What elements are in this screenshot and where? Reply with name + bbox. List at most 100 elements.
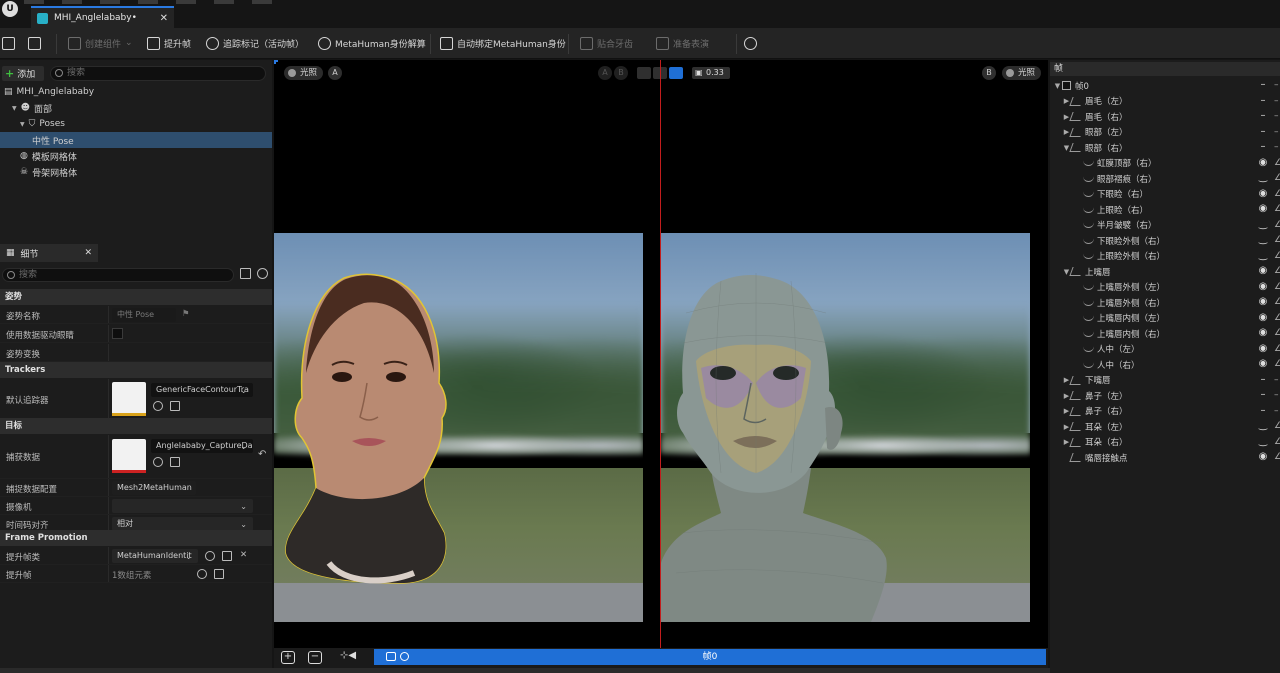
- lock-icon[interactable]: –: [1274, 111, 1280, 121]
- identity-solve-button[interactable]: MetaHuman身份解算: [318, 34, 426, 52]
- eye-icon[interactable]: ◉: [1258, 297, 1268, 307]
- frame-curve-row[interactable]: ▼ 上嘴唇 ◉ ∠: [1050, 264, 1280, 280]
- menu-item[interactable]: [62, 0, 82, 4]
- zoom-in-button[interactable]: +: [281, 651, 295, 664]
- frame-rate-badge[interactable]: ▣ 0.33: [692, 67, 730, 79]
- viewport-a-image[interactable]: [274, 233, 643, 622]
- mode-a-button[interactable]: A: [598, 66, 612, 80]
- menu-item[interactable]: [214, 0, 234, 4]
- chevron-down-icon[interactable]: ▼: [1053, 82, 1062, 90]
- lock-icon[interactable]: ∠: [1274, 220, 1280, 230]
- split-divider-line[interactable]: [660, 60, 661, 648]
- lock-icon[interactable]: –: [1274, 96, 1280, 106]
- outliner-item[interactable]: ▤ MHI_Anglelababy: [0, 84, 272, 100]
- frame-curve-row[interactable]: 下眼睑外侧（右） ‿ ∠: [1050, 233, 1280, 249]
- frame-curve-row[interactable]: 眼部褶痕（右） ‿ ∠: [1050, 171, 1280, 187]
- section-pose[interactable]: 姿势: [0, 289, 272, 305]
- reset-icon[interactable]: ↶: [258, 449, 266, 460]
- details-tab[interactable]: ▦ 细节 ✕: [0, 244, 98, 262]
- frame-curve-row[interactable]: ▶ 眉毛（右） – –: [1050, 109, 1280, 125]
- delete-icon[interactable]: [214, 569, 224, 579]
- eye-icon[interactable]: ◉: [1258, 281, 1268, 292]
- mixed-visibility-icon[interactable]: –: [1258, 405, 1268, 416]
- eye-icon[interactable]: ◉: [1258, 452, 1268, 462]
- frame-curve-row[interactable]: ▶ 鼻子（左） – –: [1050, 388, 1280, 404]
- lock-icon[interactable]: –: [1274, 375, 1280, 385]
- frame-timeline-bar[interactable]: 帧0: [374, 649, 1046, 665]
- browse-asset-icon[interactable]: [153, 401, 163, 411]
- lock-icon[interactable]: ∠: [1274, 204, 1280, 214]
- lock-icon[interactable]: ∠: [1274, 189, 1280, 199]
- browse-button[interactable]: [28, 34, 41, 52]
- eye-closed-icon[interactable]: ‿: [1258, 421, 1268, 431]
- frame-curve-row[interactable]: ▼ 眼部（右） – –: [1050, 140, 1280, 156]
- frame-curve-row[interactable]: 上嘴唇内侧（左） ◉ ∠: [1050, 311, 1280, 327]
- document-tab[interactable]: MHI_Anglelababy• ✕: [31, 6, 174, 28]
- eye-closed-icon[interactable]: ‿: [1258, 235, 1268, 245]
- mixed-visibility-icon[interactable]: –: [1258, 111, 1268, 121]
- capture-config-field[interactable]: Mesh2MetaHuman: [112, 481, 196, 495]
- lock-icon[interactable]: ∠: [1274, 235, 1280, 245]
- left-lighting-toggle[interactable]: 光照: [284, 66, 324, 80]
- eye-icon[interactable]: ◉: [1258, 328, 1268, 338]
- mode-b-button[interactable]: B: [614, 66, 628, 80]
- add-button[interactable]: + 添加: [2, 66, 44, 81]
- eye-icon[interactable]: ◉: [1258, 266, 1268, 276]
- section-trackers[interactable]: Trackers: [0, 362, 272, 378]
- tracker-thumbnail[interactable]: [112, 382, 146, 416]
- pose-name-field[interactable]: 中性 Pose: [112, 308, 176, 322]
- menu-item[interactable]: [252, 0, 272, 4]
- eye-icon[interactable]: ◉: [1258, 188, 1268, 199]
- mixed-visibility-icon[interactable]: –: [1258, 374, 1268, 385]
- lock-icon[interactable]: –: [1274, 390, 1280, 400]
- folder-icon[interactable]: [170, 401, 180, 411]
- lock-icon[interactable]: –: [1274, 127, 1280, 137]
- eye-icon[interactable]: ◉: [1258, 157, 1268, 168]
- lock-icon[interactable]: ∠: [1274, 437, 1280, 447]
- lock-icon[interactable]: ∠: [1274, 251, 1280, 261]
- lock-icon[interactable]: –: [1274, 80, 1280, 90]
- single-view-button[interactable]: [637, 67, 651, 79]
- frame-curve-row[interactable]: ▶ 眉毛（左） – –: [1050, 94, 1280, 110]
- frame-curve-row[interactable]: 虹膜顶部（右） ◉ ∠: [1050, 156, 1280, 172]
- viewport[interactable]: 光照 A A B ▣ 0.33 B 光照: [274, 60, 1048, 648]
- save-button[interactable]: [2, 34, 15, 52]
- flag-icon[interactable]: ⚑: [182, 309, 190, 319]
- add-element-icon[interactable]: [197, 569, 207, 579]
- frame-curve-row[interactable]: ▶ 下嘴唇 – –: [1050, 373, 1280, 389]
- mixed-visibility-icon[interactable]: –: [1258, 142, 1268, 152]
- eye-icon[interactable]: ◉: [1258, 204, 1268, 214]
- timecode-align-select[interactable]: 相对 ⌄: [112, 517, 253, 531]
- close-icon[interactable]: ✕: [160, 13, 174, 24]
- promoter-class-select[interactable]: MetaHumanIdentit ⌄: [112, 549, 198, 563]
- right-view-b-button[interactable]: B: [982, 66, 996, 80]
- frame-root-row[interactable]: ▼ 帧0 – –: [1050, 78, 1280, 94]
- outliner-item[interactable]: 中性 Pose: [0, 132, 272, 148]
- camera-select[interactable]: ⌄: [112, 499, 253, 513]
- lock-icon[interactable]: ∠: [1274, 282, 1280, 292]
- lock-icon[interactable]: ∠: [1274, 328, 1280, 338]
- left-view-a-button[interactable]: A: [328, 66, 342, 80]
- menu-item[interactable]: [176, 0, 196, 4]
- use-data-eye-checkbox[interactable]: [112, 328, 123, 339]
- default-tracker-select[interactable]: GenericFaceContourTra ⌄: [151, 383, 253, 397]
- user-button[interactable]: [744, 34, 757, 52]
- capture-thumbnail[interactable]: [112, 439, 146, 473]
- frame-checkbox[interactable]: [1062, 81, 1071, 91]
- outliner-item[interactable]: ▼ ⛉ Poses: [0, 116, 272, 132]
- close-icon[interactable]: ✕: [84, 248, 98, 258]
- zoom-out-button[interactable]: −: [308, 651, 322, 664]
- mixed-visibility-icon[interactable]: –: [1258, 95, 1268, 106]
- fit-view-icon[interactable]: ⊹◀: [340, 650, 356, 661]
- unreal-logo-icon[interactable]: U: [2, 1, 18, 17]
- frame-curve-row[interactable]: ▶ 耳朵（左） ‿ ∠: [1050, 419, 1280, 435]
- eye-closed-icon[interactable]: ‿: [1258, 219, 1268, 230]
- browse-asset-icon[interactable]: [153, 457, 163, 467]
- chevron-down-icon[interactable]: ▼: [12, 105, 17, 112]
- outliner-item[interactable]: ◍ 模板网格体: [0, 148, 272, 164]
- menu-item[interactable]: [100, 0, 120, 4]
- frame-curve-row[interactable]: 嘴唇接触点 ◉ ∠: [1050, 450, 1280, 466]
- eye-icon[interactable]: ◉: [1258, 343, 1268, 354]
- settings-icon[interactable]: [257, 268, 268, 279]
- menu-item[interactable]: [24, 0, 44, 4]
